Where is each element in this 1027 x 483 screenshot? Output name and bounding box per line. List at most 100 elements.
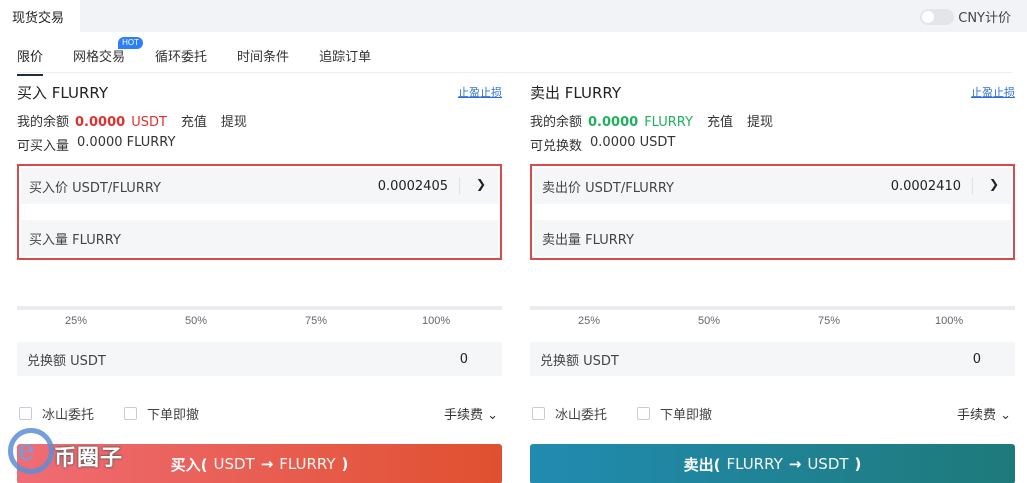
buy-price-value: 0.0002405 [377,178,448,194]
sell-title: 卖出 FLURRY [530,84,622,102]
tab-grid[interactable]: 网格交易 HOT [73,37,144,68]
tab-grid-label: 网格交易 [73,50,126,65]
withdraw-link[interactable]: 提现 [747,111,773,130]
watermark-e-icon: e [18,434,35,467]
tabs-divider [17,72,1012,73]
chevron-down-icon[interactable]: ❯ [989,177,999,191]
toggle-switch[interactable] [920,8,955,25]
exchange-value: 0 [972,351,981,367]
buy-button-close: ) [341,455,349,473]
sell-quantity-field[interactable]: 卖出量 FLURRY [534,220,1011,256]
deposit-link[interactable]: 充值 [181,111,207,130]
tab-trailing-order-label: 追踪订单 [319,50,372,65]
sell-percent-slider[interactable] [530,306,1015,310]
deposit-link[interactable]: 充值 [707,111,733,130]
buy-exchange-field[interactable]: 兑换额 USDT 0 [17,342,502,376]
buy-percent-slider[interactable] [17,306,502,310]
fee-label: 手续费 [956,408,996,423]
fee-dropdown[interactable]: 手续费 ⌄ [444,404,498,423]
chevron-down-icon[interactable]: ❯ [476,177,486,191]
tab-time-condition[interactable]: 时间条件 [237,46,289,68]
fee-dropdown[interactable]: 手续费 ⌄ [957,404,1011,423]
field-separator [972,177,973,195]
buy-title: 买入 FLURRY [17,84,109,102]
iceberg-checkbox[interactable]: 冰山委托 [532,404,607,423]
tab-spot-trading[interactable]: 现货交易 [0,0,80,32]
sell-quantity-label: 卖出量 FLURRY [542,232,634,248]
tab-loop-order-label: 循环委托 [155,50,208,65]
toggle-knob [922,10,935,23]
arrow-right-icon: → [260,455,274,473]
arrow-right-icon: → [788,455,802,473]
tick-50[interactable]: 50% [185,315,207,327]
available-label: 可买入量 [17,139,70,154]
order-type-tabs: 限价 网格交易 HOT 循环委托 时间条件 追踪订单 [17,37,401,76]
chevron-down-icon: ⌄ [482,408,498,423]
checkbox-box[interactable] [124,406,138,420]
ioc-label: 下单即撤 [660,407,713,423]
buy-options-row: 冰山委托 下单即撤 手续费 ⌄ [17,404,502,423]
tab-limit[interactable]: 限价 [17,46,44,76]
buy-button-label: 买入( [170,455,208,474]
sell-price-field[interactable]: 卖出价 USDT/FLURRY 0.0002410 ❯ [534,168,1011,204]
sell-input-highlight: 卖出价 USDT/FLURRY 0.0002410 ❯ 卖出量 FLURRY [530,164,1015,260]
balance-value: 0.0000 [75,115,126,130]
hot-badge: HOT [118,37,144,49]
sell-button-to: USDT [807,455,849,473]
trading-panel: 限价 网格交易 HOT 循环委托 时间条件 追踪订单 买入 FLURRY 止盈止损… [0,32,1027,483]
tick-100[interactable]: 100% [935,315,963,327]
iceberg-label: 冰山委托 [42,407,95,423]
tab-trailing-order[interactable]: 追踪订单 [319,46,371,68]
field-separator [459,177,460,195]
tick-50[interactable]: 50% [698,315,720,327]
top-bar: 现货交易 CNY计价 [0,0,1027,32]
sell-stop-link[interactable]: 止盈止损 [971,84,1015,100]
available-label: 可兑换数 [530,139,583,154]
balance-label: 我的余额 [530,115,583,130]
tick-25[interactable]: 25% [578,315,600,327]
sell-exchange-field[interactable]: 兑换额 USDT 0 [530,342,1015,376]
tab-loop-order[interactable]: 循环委托 [155,46,207,68]
sell-price-value: 0.0002410 [890,178,961,194]
tick-100[interactable]: 100% [422,315,450,327]
fee-label: 手续费 [443,408,483,423]
exchange-value: 0 [459,351,468,367]
iceberg-label: 冰山委托 [555,407,608,423]
buy-quantity-label: 买入量 FLURRY [29,232,121,248]
checkbox-box[interactable] [637,406,651,420]
balance-currency: FLURRY [644,115,693,130]
available-value: 0.0000 FLURRY [77,135,176,150]
buy-quantity-field[interactable]: 买入量 FLURRY [21,220,498,256]
buy-input-highlight: 买入价 USDT/FLURRY 0.0002405 ❯ 买入量 FLURRY [17,164,502,260]
sell-available-row: 可兑换数 0.0000 USDT [530,135,675,154]
buy-price-field[interactable]: 买入价 USDT/FLURRY 0.0002405 ❯ [21,168,498,204]
sell-button[interactable]: 卖出( FLURRY → USDT ) [530,444,1015,483]
tick-75[interactable]: 75% [818,315,840,327]
iceberg-checkbox[interactable]: 冰山委托 [19,404,94,423]
withdraw-link[interactable]: 提现 [221,111,247,130]
buy-button-to: FLURRY [279,455,336,473]
checkbox-box[interactable] [19,406,32,420]
tick-75[interactable]: 75% [305,315,327,327]
sell-price-label: 卖出价 USDT/FLURRY [542,180,674,196]
exchange-label: 兑换额 USDT [27,353,106,369]
tab-spot-trading-label: 现货交易 [12,10,65,26]
ioc-checkbox[interactable]: 下单即撤 [124,404,199,423]
checkbox-box[interactable] [532,406,545,420]
sell-balance-row: 我的余额 0.0000 FLURRY 充值 提现 [530,111,773,130]
buy-price-label: 买入价 USDT/FLURRY [29,180,161,196]
cny-pricing-toggle[interactable]: CNY计价 [920,7,1011,26]
buy-stop-link[interactable]: 止盈止损 [458,84,502,100]
chevron-down-icon: ⌄ [995,408,1011,423]
tab-limit-label: 限价 [17,50,44,65]
ioc-label: 下单即撤 [147,407,200,423]
watermark-logo: e 币圈子 [8,428,148,478]
sell-button-close: ) [854,455,862,473]
exchange-label: 兑换额 USDT [540,353,619,369]
tab-time-condition-label: 时间条件 [237,50,290,65]
balance-currency: USDT [131,115,167,130]
buy-slider-ticks: 25% 50% 75% 100% [17,315,502,331]
ioc-checkbox[interactable]: 下单即撤 [637,404,712,423]
tick-25[interactable]: 25% [65,315,87,327]
sell-button-from: FLURRY [726,455,783,473]
